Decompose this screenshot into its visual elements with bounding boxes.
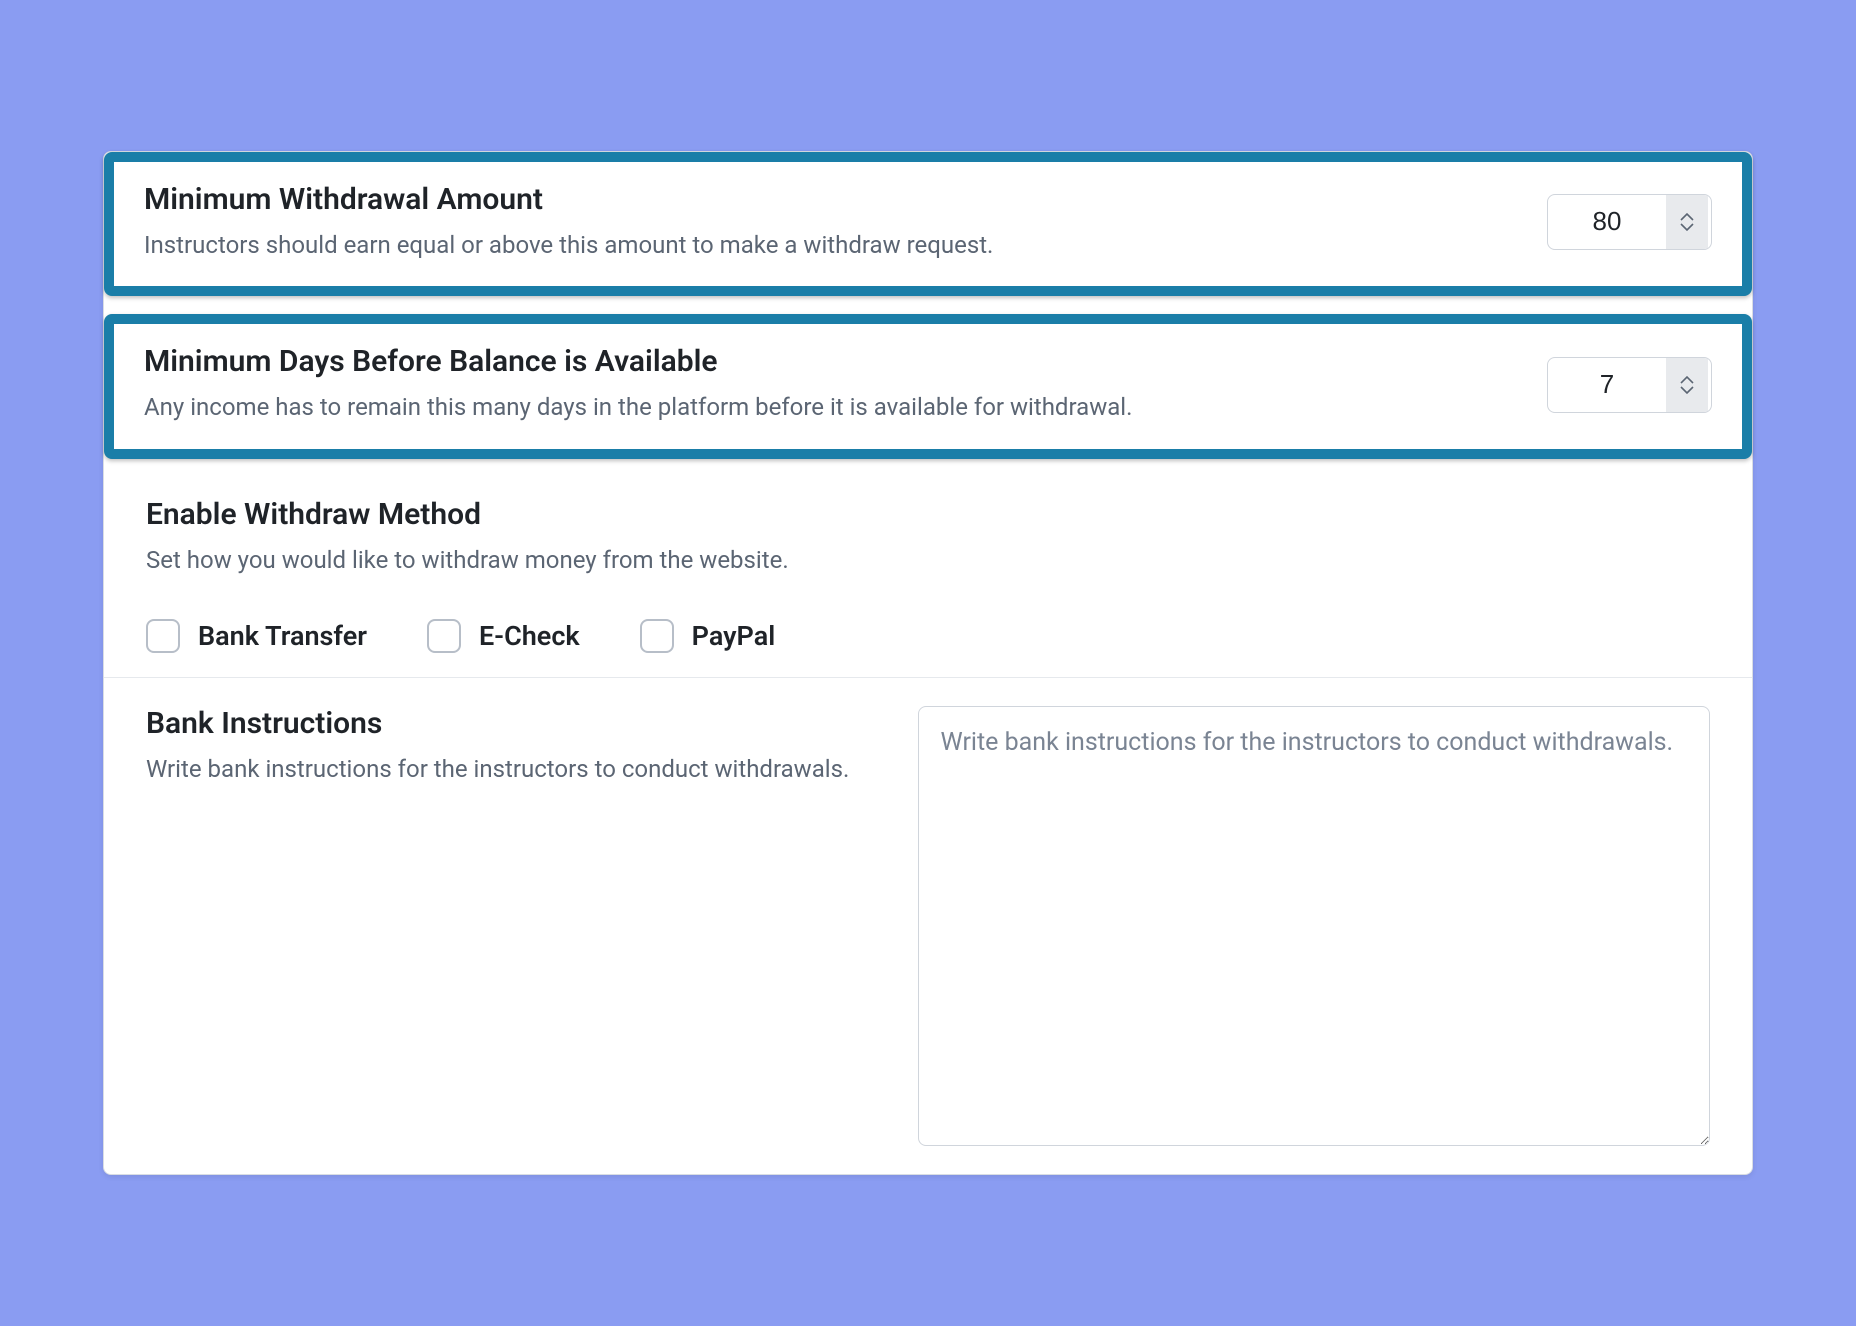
bank-instructions-desc: Write bank instructions for the instruct… xyxy=(146,753,878,787)
stepper-buttons-icon[interactable] xyxy=(1666,358,1708,412)
bank-instructions-input-wrap xyxy=(918,706,1710,1150)
min-days-desc: Any income has to remain this many days … xyxy=(144,391,1523,425)
enable-method-title: Enable Withdraw Method xyxy=(146,497,1710,532)
settings-card: Minimum Withdrawal Amount Instructors sh… xyxy=(103,151,1753,1176)
min-withdrawal-text: Minimum Withdrawal Amount Instructors sh… xyxy=(144,182,1547,263)
chevron-down-icon xyxy=(1680,223,1694,231)
checkbox-echeck[interactable] xyxy=(427,619,461,653)
min-days-stepper[interactable] xyxy=(1547,357,1712,413)
min-withdrawal-stepper[interactable] xyxy=(1547,194,1712,250)
min-days-title: Minimum Days Before Balance is Available xyxy=(144,344,1523,379)
bank-instructions-textarea[interactable] xyxy=(918,706,1710,1146)
method-echeck-label: E-Check xyxy=(479,620,580,652)
min-days-input[interactable] xyxy=(1548,358,1666,412)
chevron-up-icon xyxy=(1680,213,1694,221)
min-withdrawal-desc: Instructors should earn equal or above t… xyxy=(144,229,1523,263)
min-days-text: Minimum Days Before Balance is Available… xyxy=(144,344,1547,425)
bank-instructions-row: Bank Instructions Write bank instruction… xyxy=(104,678,1752,1150)
min-withdrawal-input[interactable] xyxy=(1548,195,1666,249)
method-paypal[interactable]: PayPal xyxy=(640,619,776,653)
method-echeck[interactable]: E-Check xyxy=(427,619,580,653)
method-bank-transfer-label: Bank Transfer xyxy=(198,620,367,652)
stepper-buttons-icon[interactable] xyxy=(1666,195,1708,249)
enable-method-section: Enable Withdraw Method Set how you would… xyxy=(104,477,1752,592)
checkbox-bank-transfer[interactable] xyxy=(146,619,180,653)
checkbox-paypal[interactable] xyxy=(640,619,674,653)
chevron-down-icon xyxy=(1680,386,1694,394)
min-withdrawal-title: Minimum Withdrawal Amount xyxy=(144,182,1523,217)
chevron-up-icon xyxy=(1680,376,1694,384)
enable-method-desc: Set how you would like to withdraw money… xyxy=(146,544,1710,578)
min-withdrawal-row: Minimum Withdrawal Amount Instructors sh… xyxy=(104,152,1752,297)
bank-instructions-title: Bank Instructions xyxy=(146,706,878,741)
method-paypal-label: PayPal xyxy=(692,620,776,652)
methods-row: Bank Transfer E-Check PayPal xyxy=(104,591,1752,678)
bank-instructions-text: Bank Instructions Write bank instruction… xyxy=(146,706,878,1150)
min-days-row: Minimum Days Before Balance is Available… xyxy=(104,314,1752,459)
method-bank-transfer[interactable]: Bank Transfer xyxy=(146,619,367,653)
